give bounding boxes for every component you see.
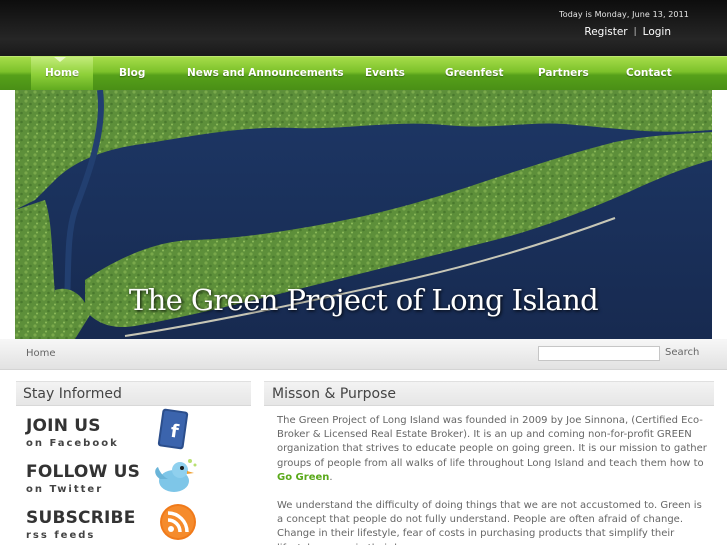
auth-links: Register | Login [584,26,671,38]
promo-heading: FOLLOW US [26,462,141,482]
main-title: Misson & Purpose [272,386,396,402]
breadcrumb-bar: Home Search [0,339,727,370]
nav-item-contact[interactable]: Contact [626,57,672,91]
register-link[interactable]: Register [584,26,627,38]
sidebar-header: Stay Informed [16,381,251,406]
understanding-paragraph: We understand the difficulty of doing th… [277,500,702,545]
search-input[interactable] [538,346,660,361]
rss-promo[interactable]: SUBSCRIBE rss feeds [26,508,136,541]
promo-subtext: on Facebook [26,438,119,449]
nav-item-home[interactable]: Home [31,57,94,91]
sidebar-title: Stay Informed [23,386,122,402]
separator: | [633,27,637,37]
active-indicator-icon [54,57,66,62]
main-navigation: Home Blog News and Announcements Events … [0,56,727,91]
mission-end: . [329,471,333,483]
facebook-icon[interactable]: f [156,407,192,451]
nav-item-events[interactable]: Events [365,57,405,91]
promo-heading: SUBSCRIBE [26,508,136,528]
nav-item-blog[interactable]: Blog [119,57,145,91]
nav-item-partners[interactable]: Partners [538,57,589,91]
breadcrumb-home[interactable]: Home [26,348,56,359]
top-bar: Today is Monday, June 13, 2011 Register … [0,0,727,56]
promo-subtext: on Twitter [26,484,104,495]
twitter-bird-icon[interactable] [150,453,198,497]
date-display: Today is Monday, June 13, 2011 [559,10,689,19]
banner-title: The Green Project of Long Island [128,283,599,317]
search-button[interactable]: Search [665,347,699,358]
mission-text: The Green Project of Long Island was fou… [277,415,707,469]
promo-heading: JOIN US [26,416,101,436]
page: Today is Monday, June 13, 2011 Register … [0,0,727,545]
rss-feed-icon[interactable] [158,502,198,542]
main-header: Misson & Purpose [264,381,714,406]
promo-subtext: rss feeds [26,530,96,541]
facebook-promo[interactable]: JOIN US on Facebook [26,416,119,449]
twitter-promo[interactable]: FOLLOW US on Twitter [26,462,140,495]
sidebar: Stay Informed JOIN US on Facebook f FOLL… [16,381,251,545]
main-content: Misson & Purpose The Green Project of Lo… [264,381,714,545]
go-green-link[interactable]: Go Green [277,472,329,483]
hero-banner: The Green Project of Long Island [15,90,712,339]
mission-paragraph: The Green Project of Long Island was fou… [277,414,707,485]
nav-item-news[interactable]: News and Announcements [187,57,344,91]
main-body: The Green Project of Long Island was fou… [277,414,707,545]
login-link[interactable]: Login [643,26,671,38]
nav-item-greenfest[interactable]: Greenfest [445,57,503,91]
